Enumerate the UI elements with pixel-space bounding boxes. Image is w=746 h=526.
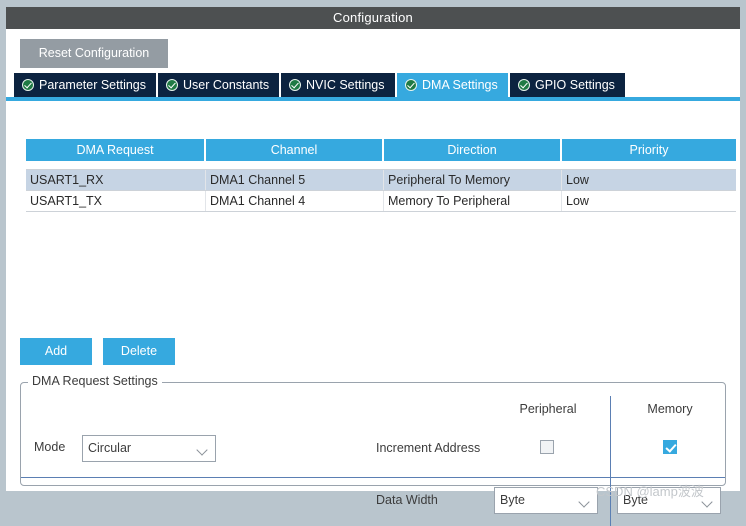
window-titlebar: Configuration: [6, 7, 740, 29]
cell-direction: Peripheral To Memory: [384, 170, 562, 190]
green-check-icon: [405, 79, 417, 91]
green-check-icon: [166, 79, 178, 91]
cell-dma-request: USART1_TX: [26, 191, 206, 211]
table-row[interactable]: USART1_RX DMA1 Channel 5 Peripheral To M…: [26, 170, 736, 191]
increment-address-label: Increment Address: [376, 441, 481, 455]
data-width-peripheral-select[interactable]: Byte: [494, 487, 598, 514]
vertical-divider: [610, 396, 611, 526]
window-title: Configuration: [333, 10, 413, 25]
table-body: USART1_RX DMA1 Channel 5 Peripheral To M…: [26, 169, 736, 212]
green-check-icon: [22, 79, 34, 91]
group-title: DMA Request Settings: [28, 374, 162, 388]
increment-address-peripheral-checkbox[interactable]: [540, 440, 554, 454]
tab-label: GPIO Settings: [535, 78, 615, 92]
data-width-memory-select[interactable]: Byte: [617, 487, 721, 514]
column-header-channel[interactable]: Channel: [206, 139, 384, 161]
delete-button[interactable]: Delete: [103, 338, 175, 365]
tab-dma-settings[interactable]: DMA Settings: [397, 73, 510, 97]
tabstrip-underline: [6, 97, 740, 101]
reset-configuration-button[interactable]: Reset Configuration: [20, 39, 168, 68]
cell-priority: Low: [566, 173, 589, 187]
mode-label: Mode: [34, 440, 66, 454]
tab-nvic-settings[interactable]: NVIC Settings: [281, 73, 397, 97]
mode-select-value: Circular: [88, 441, 132, 455]
horizontal-divider: [21, 477, 725, 478]
column-header-priority[interactable]: Priority: [562, 139, 736, 161]
tab-label: User Constants: [183, 78, 270, 92]
chevron-down-icon: [196, 444, 208, 456]
increment-address-memory-checkbox[interactable]: [663, 440, 677, 454]
settings-tabstrip: Parameter Settings User Constants NVIC S…: [6, 73, 740, 98]
table-row[interactable]: USART1_TX DMA1 Channel 4 Memory To Perip…: [26, 191, 736, 212]
green-check-icon: [289, 79, 301, 91]
cell-channel: DMA1 Channel 4: [206, 191, 384, 211]
chevron-down-icon: [578, 496, 590, 508]
tab-gpio-settings[interactable]: GPIO Settings: [510, 73, 627, 97]
tab-user-constants[interactable]: User Constants: [158, 73, 282, 97]
column-header-dma-request[interactable]: DMA Request: [26, 139, 206, 161]
tab-label: Parameter Settings: [39, 78, 146, 92]
data-width-peripheral-value: Byte: [500, 493, 526, 507]
tab-parameter-settings[interactable]: Parameter Settings: [14, 73, 158, 97]
tab-label: NVIC Settings: [306, 78, 385, 92]
cell-direction: Memory To Peripheral: [384, 191, 562, 211]
data-width-memory-value: Byte: [623, 493, 649, 507]
memory-column-label: Memory: [647, 402, 693, 416]
chevron-down-icon: [701, 496, 713, 508]
dma-request-table: DMA Request Channel Direction Priority U…: [26, 139, 736, 212]
configuration-window: Configuration Reset Configuration DMA Re…: [0, 0, 746, 526]
data-width-label: Data Width: [376, 493, 438, 507]
cell-channel: DMA1 Channel 5: [206, 170, 384, 190]
cell-priority: Low: [566, 194, 589, 208]
dma-request-settings-group: [20, 382, 726, 486]
add-button[interactable]: Add: [20, 338, 92, 365]
tab-label: DMA Settings: [422, 78, 498, 92]
green-check-icon: [518, 79, 530, 91]
mode-select[interactable]: Circular: [82, 435, 216, 462]
column-header-direction[interactable]: Direction: [384, 139, 562, 161]
peripheral-column-label: Peripheral: [519, 402, 577, 416]
table-header-row: DMA Request Channel Direction Priority: [26, 139, 736, 161]
cell-dma-request: USART1_RX: [26, 170, 206, 190]
